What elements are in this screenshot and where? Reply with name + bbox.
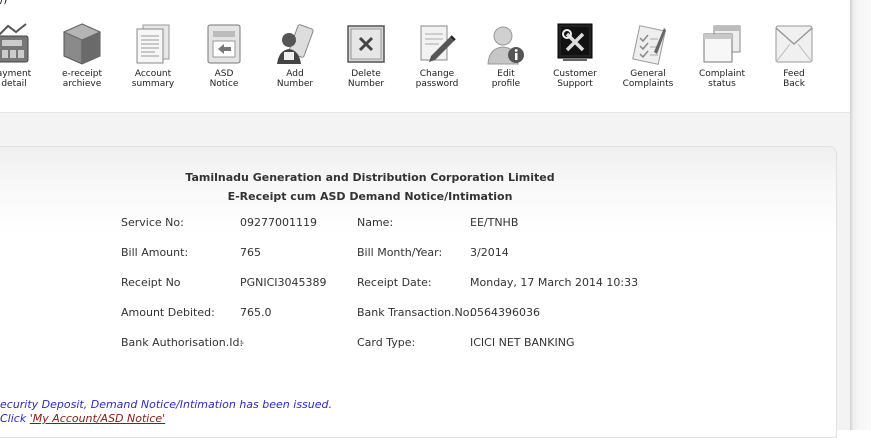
document-icon	[133, 22, 173, 66]
bill-amount-label: Bill Amount:	[121, 246, 189, 259]
service-no-value: 09277001119	[240, 216, 317, 229]
toolbar-item-label: Change password	[415, 69, 459, 89]
toolbar-item-label: ayment detail	[0, 69, 32, 89]
card-type-label: Card Type:	[357, 336, 416, 349]
toolbar-item-label: Feed Back	[783, 69, 805, 89]
toolbar-item-label: Customer Support	[553, 69, 597, 89]
toolbar-item-label: ASD Notice	[209, 69, 239, 89]
name-label: Name:	[357, 216, 394, 229]
bank-authorisation-id-value: -	[240, 336, 244, 349]
receipt-date-label: Receipt Date:	[357, 276, 432, 289]
notice-message: ecurity Deposit, Demand Notice/Intimatio…	[0, 398, 332, 411]
toolbar-item-e-receipt-archieve[interactable]: e-receipt archieve	[46, 22, 118, 89]
toolbar: ayment detail e-receipt archieve Account…	[0, 8, 850, 112]
receipt-date-value: Monday, 17 March 2014 10:33	[470, 276, 639, 289]
toolbar-item-label: General Complaints	[622, 69, 674, 89]
bank-authorisation-id-label: Bank Authorisation.Id:	[121, 336, 244, 349]
envelope-icon	[774, 22, 814, 66]
toolbar-item-label: Delete Number	[347, 69, 385, 89]
edit-document-icon	[417, 22, 457, 66]
archive-box-icon	[62, 22, 102, 66]
toolbar-item-add-number[interactable]: Add Number	[259, 22, 331, 89]
checklist-icon	[628, 22, 668, 66]
amount-debited-value: 765.0	[240, 306, 272, 319]
receipt-no-value: PGNICI3045389	[240, 276, 327, 289]
top-mark: /)	[0, 0, 8, 6]
bill-amount-value: 765	[240, 246, 261, 259]
toolbar-item-label: Edit profile	[491, 69, 521, 89]
bank-transaction-no-value: 0564396036	[470, 306, 540, 319]
notice-icon	[204, 22, 244, 66]
windows-icon	[702, 22, 742, 66]
my-account-asd-notice-link[interactable]: 'My Account/ASD Notice'	[30, 412, 165, 425]
window-right-edge	[850, 0, 871, 430]
payment-detail-icon	[0, 22, 34, 66]
receipt-no-label: Receipt No	[121, 276, 181, 289]
bank-transaction-no-label: Bank Transaction.No:	[357, 306, 474, 319]
toolbar-item-customer-support[interactable]: Customer Support	[539, 22, 611, 89]
toolbar-item-edit-profile[interactable]: Edit profile	[470, 22, 542, 89]
toolbar-item-feed-back[interactable]: Feed Back	[758, 22, 830, 89]
notice-instruction-prefix: Click	[0, 412, 30, 425]
toolbar-item-account-summary[interactable]: Account summary	[117, 22, 189, 89]
bill-month-year-label: Bill Month/Year:	[357, 246, 443, 259]
amount-debited-label: Amount Debited:	[121, 306, 215, 319]
card-type-value: ICICI NET BANKING	[470, 336, 575, 349]
notice-instruction: Click 'My Account/ASD Notice'	[0, 412, 165, 425]
user-info-icon	[486, 22, 526, 66]
service-no-label: Service No:	[121, 216, 184, 229]
toolbar-item-label: Account summary	[131, 69, 175, 89]
toolbar-item-complaint-status[interactable]: Complaint status	[686, 22, 758, 89]
toolbar-item-label: Complaint status	[698, 69, 746, 89]
toolbar-item-general-complaints[interactable]: General Complaints	[612, 22, 684, 89]
toolbar-item-label: Add Number	[276, 69, 314, 89]
tools-icon	[555, 22, 595, 66]
bill-month-year-value: 3/2014	[470, 246, 509, 259]
toolbar-item-delete-number[interactable]: Delete Number	[330, 22, 402, 89]
org-title: Tamilnadu Generation and Distribution Co…	[185, 171, 555, 184]
name-value: EE/TNHB	[470, 216, 519, 229]
toolbar-item-label: e-receipt archieve	[61, 69, 103, 89]
add-user-icon	[275, 22, 315, 66]
toolbar-item-asd-notice[interactable]: ASD Notice	[188, 22, 260, 89]
top-strip: /)	[0, 0, 850, 6]
document-title: E-Receipt cum ASD Demand Notice/Intimati…	[227, 190, 513, 203]
delete-icon	[346, 22, 386, 66]
toolbar-item-payment-detail[interactable]: ayment detail	[0, 22, 50, 89]
toolbar-item-change-password[interactable]: Change password	[401, 22, 473, 89]
